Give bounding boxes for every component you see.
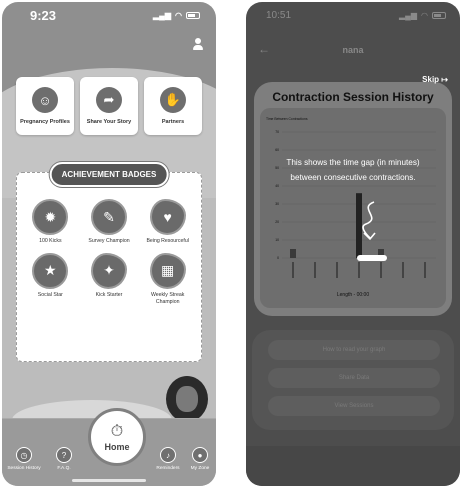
x-tick-label [424,262,426,278]
skip-button[interactable]: Skip ↦ [422,75,448,84]
chart-title: Time Between Contractions [266,117,308,121]
share-your-story-card[interactable]: ➦ Share Your Story [80,77,138,135]
nav-session-history[interactable]: ◷ Session History [6,447,42,472]
share-arrow-icon: ➦ [96,87,122,113]
card-title: Contraction Session History [272,90,434,104]
badge-label: Survey Champion [88,238,130,244]
partners-label: Partners [161,119,185,125]
y-tick-label: 20 [275,220,279,224]
badge-100-kicks[interactable]: ✹ 100 Kicks [21,199,80,245]
home-indicator [72,479,146,482]
badge-weekly-streak-champion[interactable]: ▦ Weekly Streak Champion [138,252,197,306]
home-screen: 9:23 ▂▄▆ ◠ ☺ Pregnancy Profiles ➦ Share … [2,2,216,486]
signal-icon: ▂▄▆ [399,10,418,20]
y-tick-label: 60 [275,148,279,152]
signal-icon: ▂▄▆ [153,10,172,20]
tutorial-overlay-text: This shows the time gap (in minutes) bet… [246,156,460,186]
highlighted-bar-marker [357,255,387,261]
bell-icon: ♪ [160,447,176,464]
mascot-face [176,386,198,412]
view-sessions-button[interactable]: View Sessions [268,396,440,416]
y-tick-label: 0 [277,256,279,260]
pregnancy-profiles-card[interactable]: ☺ Pregnancy Profiles [16,77,74,135]
chart-legend: Length - 00:00 [337,292,369,298]
curved-arrow-icon [362,201,376,241]
page-title: nana [342,45,364,55]
battery-icon [186,11,200,19]
pregnancy-profiles-label: Pregnancy Profiles [20,119,70,125]
home-label: Home [104,441,130,452]
share-data-button[interactable]: Share Data [268,368,440,388]
y-tick-label: 70 [275,130,279,134]
y-tick-label: 10 [275,238,279,242]
chart-bar [290,249,296,258]
nav-faq[interactable]: ? F.A.Q. [46,447,82,472]
badge-grid: ✹ 100 Kicks ✎ Survey Champion ♥ Being Re… [21,199,197,305]
wifi-icon: ◠ [175,10,182,20]
badge-survey-champion[interactable]: ✎ Survey Champion [80,199,139,245]
share-your-story-label: Share Your Story [86,119,132,125]
badge-label: Being Resourceful [146,238,189,244]
partners-card[interactable]: ✋ Partners [144,77,202,135]
foot-kick-icon: ✹ [32,199,69,235]
action-buttons-container: How to read your graph Share Data View S… [252,330,454,430]
badge-label: Weekly Streak Champion [150,291,185,305]
contraction-history-card: Contraction Session History Time Between… [254,82,452,316]
quick-actions: ☺ Pregnancy Profiles ➦ Share Your Story … [16,77,202,135]
nav-label: My Zone [190,466,210,472]
profile-icon[interactable] [192,38,204,50]
badge-kick-starter[interactable]: ✦ Kick Starter [80,252,139,306]
survey-icon: ✎ [90,199,127,235]
badge-label: 100 Kicks [39,238,62,244]
status-icons: ▂▄▆ ◠ [399,11,446,20]
stopwatch-icon: ⏱ [110,422,124,440]
nav-label: F.A.Q. [57,466,71,472]
status-icons: ▂▄▆ ◠ [153,11,200,20]
background-wave [246,446,460,486]
status-bar: 9:23 ▂▄▆ ◠ [2,2,216,28]
baby-face-icon: ☺ [32,87,58,113]
overlay-line-1: This shows the time gap (in minutes) [286,158,420,167]
calendar-icon: ▦ [149,252,186,289]
achievement-badges-title: ACHIEVEMENT BADGES [49,162,169,187]
x-tick-label [380,262,382,278]
badge-being-resourceful[interactable]: ♥ Being Resourceful [138,199,197,245]
x-tick-label [336,262,338,278]
question-icon: ? [56,447,72,464]
badge-social-star[interactable]: ★ Social Star [21,252,80,306]
heart-icon: ♥ [149,199,186,235]
nav-label: Reminders [156,466,180,472]
badge-label: Social Star [37,291,63,298]
contraction-history-screen: 10:51 ▂▄▆ ◠ ← nana Skip ↦ Contraction Se… [246,2,460,486]
x-tick-label [402,262,404,278]
kick-starter-icon: ✦ [90,252,127,289]
y-tick-label: 30 [275,202,279,206]
status-time: 9:23 [30,7,57,23]
handshake-icon: ✋ [160,87,186,113]
nav-my-zone[interactable]: ● My Zone [182,447,216,472]
nav-reminders[interactable]: ♪ Reminders [150,447,186,472]
battery-icon [432,11,446,19]
nav-label: Session History [7,466,41,472]
status-time: 10:51 [266,9,292,21]
x-tick-label [292,262,294,278]
how-to-read-graph-button[interactable]: How to read your graph [268,340,440,360]
x-tick-label [314,262,316,278]
overlay-line-2: between consecutive contractions. [290,172,416,182]
clock-icon: ◷ [16,447,32,464]
status-bar: 10:51 ▂▄▆ ◠ [246,2,460,28]
x-tick-label [358,262,360,278]
wifi-icon: ◠ [421,10,428,20]
person-icon: ● [192,447,208,464]
badge-label: Kick Starter [95,291,123,298]
home-button[interactable]: ⏱ Home [88,408,146,466]
achievement-badges-panel: ✹ 100 Kicks ✎ Survey Champion ♥ Being Re… [16,172,202,362]
phone-star-icon: ★ [32,252,69,289]
